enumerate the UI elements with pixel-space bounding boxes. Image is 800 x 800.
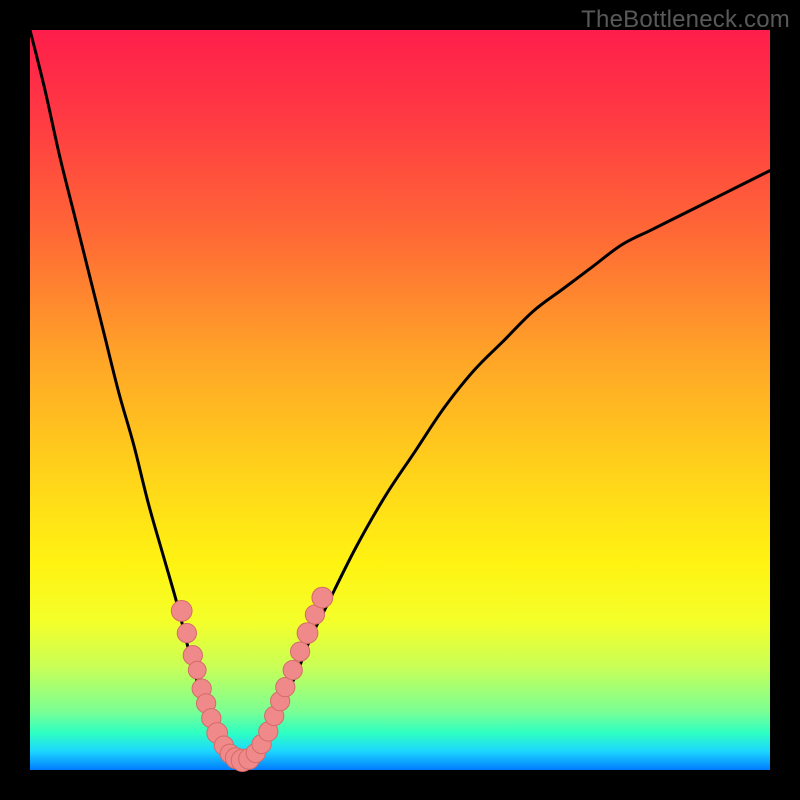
chart-frame: TheBottleneck.com bbox=[0, 0, 800, 800]
data-marker bbox=[276, 678, 295, 697]
curve-left-branch bbox=[30, 30, 230, 755]
data-marker bbox=[290, 642, 309, 661]
data-marker bbox=[171, 601, 192, 622]
chart-canvas bbox=[30, 30, 770, 770]
data-marker bbox=[297, 623, 318, 644]
data-marker bbox=[312, 587, 333, 608]
data-marker bbox=[177, 623, 196, 642]
plot-area bbox=[30, 30, 770, 770]
curve-right-branch bbox=[252, 171, 770, 756]
data-marker bbox=[283, 660, 302, 679]
data-marker bbox=[188, 661, 206, 679]
curve-layer bbox=[30, 30, 770, 762]
